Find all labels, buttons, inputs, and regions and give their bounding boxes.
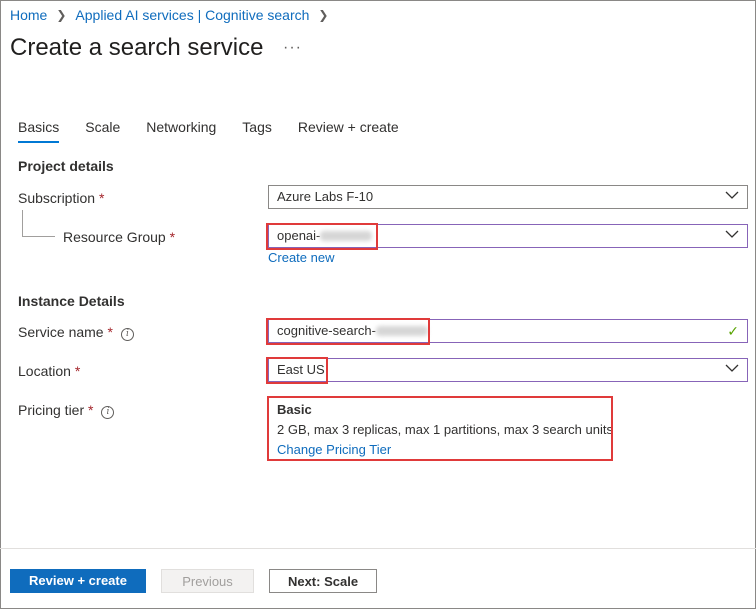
tab-tags[interactable]: Tags (242, 119, 272, 143)
project-details-heading: Project details (18, 158, 114, 174)
create-new-link[interactable]: Create new (268, 250, 334, 265)
location-value: East US (277, 362, 325, 377)
chevron-down-icon (725, 364, 739, 372)
required-mark: * (74, 363, 81, 379)
breadcrumb: Home ❯ Applied AI services | Cognitive s… (10, 7, 337, 23)
chevron-right-icon: ❯ (56, 8, 67, 22)
service-name-label-text: Service name (18, 324, 104, 340)
resource-group-select[interactable]: openai- (268, 224, 748, 248)
tab-review-create[interactable]: Review + create (298, 119, 399, 143)
chevron-right-icon: ❯ (318, 8, 329, 22)
resource-group-label-text: Resource Group (63, 229, 166, 245)
review-create-button[interactable]: Review + create (10, 569, 146, 593)
service-name-label: Service name * i (18, 324, 134, 341)
redacted-text (376, 326, 428, 336)
subscription-select[interactable]: Azure Labs F-10 (268, 185, 748, 209)
checkmark-icon: ✓ (727, 323, 739, 339)
tab-scale[interactable]: Scale (85, 119, 120, 143)
chevron-down-icon (725, 230, 739, 238)
pricing-tier-label: Pricing tier * i (18, 402, 115, 419)
required-mark: * (107, 324, 113, 340)
info-icon[interactable]: i (101, 406, 115, 419)
required-mark: * (98, 190, 105, 206)
subscription-value: Azure Labs F-10 (277, 189, 374, 204)
service-name-value: cognitive-search- (277, 323, 376, 338)
breadcrumb-parent[interactable]: Applied AI services | Cognitive search (75, 7, 309, 23)
page-title: Create a search service (10, 34, 264, 61)
previous-button[interactable]: Previous (161, 569, 254, 593)
resource-group-label: Resource Group * (63, 229, 175, 245)
subscription-label-text: Subscription (18, 190, 96, 206)
location-label: Location * (18, 363, 80, 379)
next-scale-button[interactable]: Next: Scale (269, 569, 377, 593)
tab-basics[interactable]: Basics (18, 119, 60, 143)
redacted-text (320, 231, 373, 241)
instance-details-heading: Instance Details (18, 293, 125, 309)
footer-divider (0, 548, 756, 549)
service-name-input[interactable]: cognitive-search- ✓ (268, 319, 748, 343)
subscription-label: Subscription * (18, 190, 104, 206)
pricing-tier-name: Basic (277, 402, 312, 417)
required-mark: * (169, 229, 176, 245)
more-options-icon[interactable]: ··· (283, 39, 302, 57)
location-label-text: Location (18, 363, 71, 379)
chevron-down-icon (725, 191, 739, 199)
change-pricing-tier-link[interactable]: Change Pricing Tier (277, 442, 391, 457)
tab-bar: Basics Scale Networking Tags Review + cr… (18, 119, 425, 143)
tab-networking[interactable]: Networking (146, 119, 216, 143)
resource-group-value: openai- (277, 228, 321, 243)
info-icon[interactable]: i (120, 328, 134, 341)
tree-connector (22, 210, 55, 237)
breadcrumb-home[interactable]: Home (10, 7, 47, 23)
location-select[interactable]: East US (268, 358, 748, 382)
pricing-tier-description: 2 GB, max 3 replicas, max 1 partitions, … (277, 422, 613, 437)
pricing-tier-label-text: Pricing tier (18, 402, 85, 418)
required-mark: * (88, 402, 94, 418)
